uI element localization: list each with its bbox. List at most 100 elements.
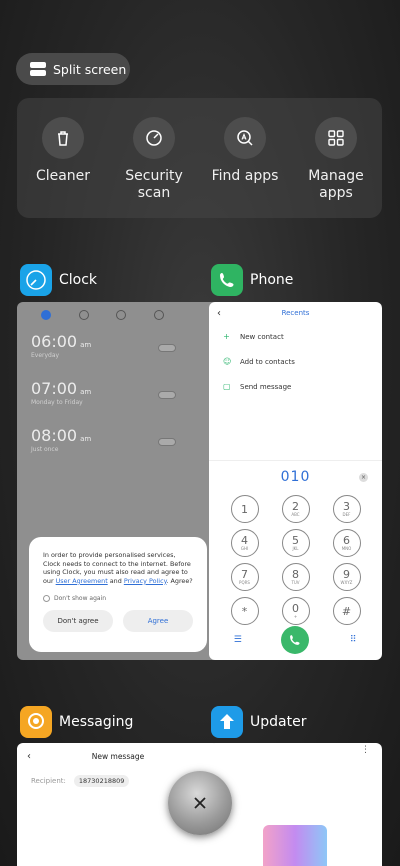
dialpad: 010 × 1 2 ABC 3 DEF 4 GHI 5 JKL 6 MNO 7 PQRS 8 TUV 9 WXY… bbox=[209, 460, 382, 660]
clock-tabs bbox=[17, 302, 219, 324]
gauge-icon bbox=[133, 117, 175, 159]
agree-button[interactable]: Agree bbox=[123, 610, 193, 633]
alarm-repeat: Everyday bbox=[31, 352, 60, 359]
phone-icon bbox=[211, 264, 243, 296]
phone-title: Recents bbox=[281, 309, 310, 317]
alarm-toggle bbox=[158, 344, 176, 352]
alarm-ampm: am bbox=[80, 435, 92, 443]
phone-app-header[interactable]: Phone bbox=[211, 264, 293, 296]
dial-key: 5 JKL bbox=[270, 529, 321, 557]
dial-key-letters: + bbox=[293, 614, 298, 619]
close-icon bbox=[194, 797, 206, 809]
dial-key-circle: 7 PQRS bbox=[230, 563, 259, 591]
dial-key-circle: 3 DEF bbox=[332, 495, 361, 523]
person-icon: ☺ bbox=[223, 357, 232, 366]
clear-all-button[interactable] bbox=[168, 771, 232, 835]
recipient-label: Recipient: bbox=[31, 777, 66, 785]
dial-key-digit: 7 bbox=[241, 568, 248, 581]
checkbox-circle-icon bbox=[43, 595, 50, 603]
dial-key-digit: 3 bbox=[343, 500, 350, 513]
dial-key-circle: 0 + bbox=[281, 597, 310, 625]
phone-action-label: Add to contacts bbox=[240, 357, 295, 366]
split-screen-button[interactable]: Split screen bbox=[16, 53, 130, 85]
plus-icon: + bbox=[223, 332, 230, 341]
quick-actions-panel: Cleaner Security scan Find apps Manage a… bbox=[17, 98, 382, 218]
dial-key-digit: 1 bbox=[241, 502, 248, 516]
dont-agree-button[interactable]: Don't agree bbox=[43, 610, 113, 633]
dial-key-letters: PQRS bbox=[239, 580, 250, 585]
clock-recent-card[interactable]: 06:00 am Everyday 07:00 am Monday to Frida… bbox=[17, 302, 219, 660]
stopwatch-tab-icon bbox=[116, 310, 127, 320]
recipient-chip: 18730218809 bbox=[73, 775, 130, 787]
phone-app-name: Phone bbox=[250, 272, 294, 288]
alarm-ampm: am bbox=[80, 388, 92, 396]
chat-bubble-icon: ▢ bbox=[223, 382, 231, 391]
world-clock-tab-icon bbox=[78, 310, 89, 320]
phone-action-label: New contact bbox=[240, 332, 284, 341]
cleaner-button[interactable]: Cleaner bbox=[18, 117, 108, 185]
dial-key: 6 MNO bbox=[321, 529, 372, 557]
clear-icon: × bbox=[359, 473, 368, 482]
dial-key-circle: 2 ABC bbox=[281, 495, 310, 523]
updater-app-header[interactable]: Updater bbox=[211, 706, 306, 738]
updater-app-name: Updater bbox=[250, 714, 307, 730]
dial-key: * bbox=[219, 597, 270, 625]
privacy-policy-link[interactable]: Privacy Policy bbox=[124, 577, 167, 585]
dial-key-digit: 5 bbox=[292, 534, 299, 547]
dial-key-circle: 9 WXYZ bbox=[332, 563, 361, 591]
security-scan-button[interactable]: Security scan bbox=[109, 117, 199, 202]
phone-action-row: ▢ Send message bbox=[209, 374, 382, 399]
dial-key-letters: DEF bbox=[342, 512, 351, 517]
clock-app-header[interactable]: Clock bbox=[20, 264, 97, 296]
back-arrow-icon: ‹ bbox=[27, 750, 31, 762]
miui-logo bbox=[263, 825, 327, 866]
dial-key: 3 DEF bbox=[321, 495, 372, 523]
alarm-time: 07:00 bbox=[31, 379, 78, 398]
alarm-toggle bbox=[158, 438, 176, 446]
alarm-time: 06:00 bbox=[31, 332, 78, 351]
dial-key-letters: ABC bbox=[291, 512, 300, 517]
more-icon: ⋮ bbox=[361, 745, 370, 755]
updater-icon bbox=[211, 706, 243, 738]
cleaner-label: Cleaner bbox=[35, 168, 91, 184]
dial-key-letters: WXYZ bbox=[340, 580, 353, 585]
dial-key-digit: 2 bbox=[292, 500, 299, 513]
alarm-tab-icon bbox=[40, 310, 51, 320]
dialed-number: 010 bbox=[280, 469, 311, 485]
call-button bbox=[281, 626, 310, 654]
dial-key-circle: 1 bbox=[230, 495, 259, 523]
dont-show-again-checkbox[interactable]: Don't show again bbox=[43, 595, 193, 603]
alarm-ampm: am bbox=[80, 341, 92, 349]
alarm-toggle bbox=[158, 391, 176, 399]
manage-apps-button[interactable]: Manage apps bbox=[291, 117, 381, 202]
privacy-dialog: In order to provide personalised service… bbox=[29, 537, 207, 652]
dial-key-digit: * bbox=[241, 604, 248, 618]
manage-apps-label: Manage apps bbox=[308, 168, 364, 201]
dial-key-digit: 6 bbox=[343, 534, 350, 547]
phone-action-row: ☺ Add to contacts bbox=[209, 349, 382, 374]
user-agreement-link[interactable]: User Agreement bbox=[56, 577, 108, 585]
messaging-app-name: Messaging bbox=[59, 714, 134, 730]
dial-key: 2 ABC bbox=[270, 495, 321, 523]
dial-key-circle: 5 JKL bbox=[281, 529, 310, 557]
dial-key-digit: 9 bbox=[343, 568, 350, 581]
dial-key: 4 GHI bbox=[219, 529, 270, 557]
back-arrow-icon: ‹ bbox=[217, 307, 221, 319]
trash-icon bbox=[42, 117, 84, 159]
phone-recent-card[interactable]: ‹ Recents + New contact ☺ Add to contacts … bbox=[209, 302, 382, 660]
alarm-repeat: Just once bbox=[31, 446, 59, 453]
dial-key-digit: 4 bbox=[241, 534, 248, 547]
list-icon: ☰ bbox=[233, 635, 242, 645]
phone-action-label: Send message bbox=[240, 382, 292, 391]
more-icon bbox=[192, 310, 195, 320]
find-apps-button[interactable]: Find apps bbox=[200, 117, 290, 185]
alarm-item: 06:00 am Everyday bbox=[17, 324, 219, 371]
split-screen-icon bbox=[30, 62, 46, 76]
dial-key-circle: 6 MNO bbox=[332, 529, 361, 557]
messaging-app-header[interactable]: Messaging bbox=[20, 706, 133, 738]
message-text: and bbox=[107, 576, 124, 585]
phone-topbar: ‹ Recents bbox=[209, 302, 382, 324]
security-scan-label: Security scan bbox=[125, 168, 183, 201]
dial-key: 1 bbox=[219, 495, 270, 523]
updater-recent-card[interactable]: ⋮ bbox=[209, 743, 382, 866]
